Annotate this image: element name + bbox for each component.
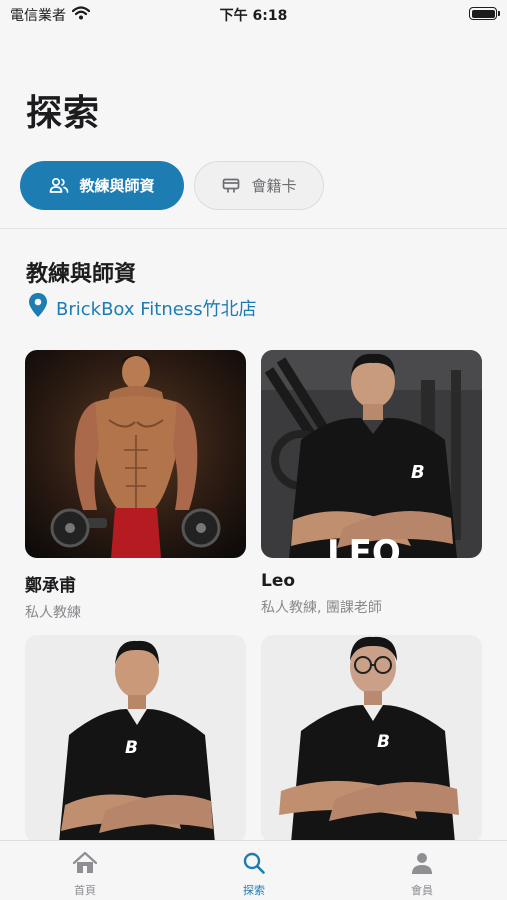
tabbar-explore-label: 探索 bbox=[243, 884, 265, 897]
coach-name: Leo bbox=[261, 571, 296, 591]
coach-photo bbox=[25, 350, 246, 558]
bottom-tab-bar: 首頁 探索 會員 bbox=[0, 840, 507, 900]
search-icon bbox=[242, 851, 266, 878]
coach-name: 鄭承甫 bbox=[25, 576, 76, 596]
tab-membership-card-label: 會籍卡 bbox=[251, 177, 297, 195]
coach-role: 私人教練 bbox=[25, 605, 81, 621]
explore-screen: 電信業者 下午 6:18 探索 教練與師資 會籍卡 教練與師資 BrickBox… bbox=[0, 0, 507, 900]
status-time: 下午 6:18 bbox=[219, 8, 288, 24]
coach-card[interactable]: B bbox=[25, 635, 246, 843]
coach-photo: B bbox=[261, 635, 482, 843]
page-title: 探索 bbox=[26, 93, 101, 134]
coach-photo: B bbox=[25, 635, 246, 843]
tabbar-member-label: 會員 bbox=[411, 884, 433, 897]
home-icon bbox=[72, 851, 98, 878]
svg-text:B: B bbox=[411, 462, 425, 483]
battery-icon bbox=[469, 7, 500, 20]
tabbar-item-home[interactable]: 首頁 bbox=[45, 851, 125, 898]
coach-card[interactable]: 鄭承甫 私人教練 bbox=[25, 350, 246, 622]
tabbar-home-label: 首頁 bbox=[74, 884, 96, 897]
coach-card[interactable]: B LEO Leo 私人教練, 團課老師 bbox=[261, 350, 482, 617]
status-bar: 電信業者 下午 6:18 bbox=[0, 0, 507, 30]
section-title: 教練與師資 bbox=[26, 262, 137, 287]
coach-role: 私人教練, 團課老師 bbox=[261, 600, 382, 616]
location-label: BrickBox Fitness竹北店 bbox=[56, 298, 257, 320]
tab-coaches[interactable]: 教練與師資 bbox=[20, 161, 184, 210]
card-icon bbox=[221, 176, 241, 196]
coach-photo: B LEO bbox=[261, 350, 482, 558]
location-selector[interactable]: BrickBox Fitness竹北店 bbox=[28, 292, 257, 323]
tabbar-item-explore[interactable]: 探索 bbox=[214, 851, 294, 898]
tabbar-item-member[interactable]: 會員 bbox=[382, 851, 462, 898]
tab-membership-card[interactable]: 會籍卡 bbox=[194, 161, 324, 210]
tab-coaches-label: 教練與師資 bbox=[79, 177, 155, 195]
users-icon bbox=[49, 176, 69, 196]
person-icon bbox=[410, 851, 434, 878]
svg-text:B: B bbox=[377, 732, 390, 752]
svg-text:B: B bbox=[125, 738, 138, 758]
divider bbox=[0, 228, 507, 229]
coach-card[interactable]: B bbox=[261, 635, 482, 843]
location-pin-icon bbox=[28, 292, 48, 323]
leo-photo-text: LEO bbox=[327, 533, 401, 558]
